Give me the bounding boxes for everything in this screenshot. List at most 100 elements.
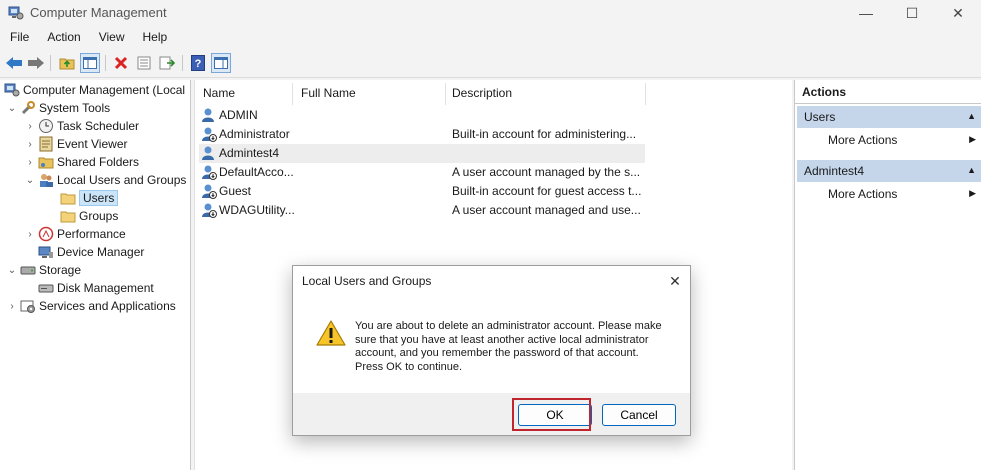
dialog-message: You are about to delete an administrator… (355, 320, 662, 373)
column-header-description[interactable]: Description (446, 80, 512, 106)
more-actions-users[interactable]: More Actions ▶ (797, 130, 981, 150)
more-actions-admintest4[interactable]: More Actions ▶ (797, 184, 981, 204)
tree-local-users-groups[interactable]: ⌄ Local Users and Groups (24, 171, 186, 189)
chevron-right-icon[interactable]: › (24, 229, 36, 240)
show-hide-tree-icon[interactable] (80, 53, 100, 73)
tree-event-viewer[interactable]: › Event Viewer (24, 135, 127, 153)
user-icon (201, 107, 217, 123)
user-name: DefaultAcco... (219, 165, 294, 179)
chevron-right-icon[interactable]: › (6, 301, 18, 312)
tree-label: Performance (57, 227, 126, 241)
user-disabled-icon (201, 183, 217, 199)
tree-label: Users (79, 190, 119, 206)
close-window-button[interactable]: ✕ (935, 0, 981, 26)
user-description: A user account managed by the s... (452, 165, 641, 179)
submenu-arrow-icon: ▶ (969, 134, 976, 144)
tree-label: Groups (79, 209, 119, 223)
submenu-arrow-icon: ▶ (969, 188, 976, 198)
up-folder-icon[interactable] (57, 53, 77, 73)
list-item[interactable]: WDAGUtility... A user account managed an… (199, 201, 645, 220)
actions-pane: Actions Users ▲ More Actions ▶ Admintest… (794, 80, 981, 470)
minimize-button[interactable]: — (843, 0, 889, 26)
toolbar: ? (0, 50, 981, 78)
tree-shared-folders[interactable]: › Shared Folders (24, 153, 139, 171)
tree-label: Task Scheduler (57, 119, 140, 133)
users-group-icon (38, 172, 54, 188)
user-name: Administrator (219, 127, 290, 141)
column-header-name[interactable]: Name (197, 80, 235, 106)
folder-icon (60, 208, 76, 224)
section-label: Admintest4 (804, 164, 865, 178)
export-list-icon[interactable] (157, 53, 177, 73)
forward-icon[interactable] (26, 53, 46, 73)
disk-icon (38, 280, 54, 296)
user-disabled-icon (201, 202, 217, 218)
delete-icon[interactable] (111, 53, 131, 73)
menu-view[interactable]: View (89, 28, 133, 48)
tree-label: Disk Management (57, 281, 154, 295)
actions-section-admintest4[interactable]: Admintest4 ▲ (797, 160, 981, 182)
list-item[interactable]: DefaultAcco... A user account managed by… (199, 163, 645, 182)
list-item[interactable]: Admintest4 (199, 144, 645, 163)
menu-help[interactable]: Help (133, 28, 176, 48)
chevron-right-icon[interactable]: › (24, 139, 36, 150)
list-item[interactable]: ADMIN (199, 106, 645, 125)
collapse-icon[interactable]: ▲ (967, 165, 976, 175)
tree-disk-management[interactable]: Disk Management (36, 279, 154, 297)
user-name: Admintest4 (219, 146, 280, 160)
tree-label: Local Users and Groups (57, 173, 187, 187)
tree-label: Storage (39, 263, 82, 277)
computer-management-icon (4, 82, 20, 98)
menu-action[interactable]: Action (37, 28, 88, 48)
tree-label: Event Viewer (57, 137, 128, 151)
tree-storage[interactable]: ⌄ Storage (6, 261, 81, 279)
back-icon[interactable] (4, 53, 24, 73)
chevron-down-icon[interactable]: ⌄ (24, 175, 36, 186)
tree-task-scheduler[interactable]: › Task Scheduler (24, 117, 139, 135)
computer-management-icon (8, 5, 24, 21)
user-description: Built-in account for administering... (452, 127, 637, 141)
user-disabled-icon (201, 164, 217, 180)
event-log-icon (38, 136, 54, 152)
tree-device-manager[interactable]: Device Manager (36, 243, 144, 261)
maximize-button[interactable]: ☐ (889, 0, 935, 26)
tree-label: Computer Management (Local (23, 83, 186, 97)
help-icon[interactable]: ? (188, 53, 208, 73)
chevron-right-icon[interactable]: › (24, 121, 36, 132)
user-description: A user account managed and use... (452, 203, 641, 217)
list-item[interactable]: Guest Built-in account for guest access … (199, 182, 645, 201)
user-icon (201, 145, 217, 161)
menu-file[interactable]: File (0, 28, 37, 48)
dialog-close-button[interactable]: ✕ (661, 268, 689, 294)
performance-icon (38, 226, 54, 242)
tree-label: System Tools (39, 101, 111, 115)
user-name: WDAGUtility... (219, 203, 295, 217)
chevron-right-icon[interactable]: › (24, 157, 36, 168)
column-header-full-name[interactable]: Full Name (295, 80, 356, 106)
actions-section-users[interactable]: Users ▲ (797, 106, 981, 128)
tree-services-applications[interactable]: › Services and Applications (6, 297, 176, 315)
tree-label: Device Manager (57, 245, 145, 259)
console-tree: Computer Management (Local ⌄ System Tool… (0, 80, 191, 470)
list-item[interactable]: Administrator Built-in account for admin… (199, 125, 645, 144)
properties-icon[interactable] (134, 53, 154, 73)
dialog-title: Local Users and Groups (302, 274, 432, 288)
clock-icon (38, 118, 54, 134)
show-hide-action-pane-icon[interactable] (211, 53, 231, 73)
user-disabled-icon (201, 126, 217, 142)
tree-computer-management[interactable]: Computer Management (Local (2, 81, 185, 99)
delete-admin-dialog: Local Users and Groups ✕ You are about t… (292, 265, 691, 436)
tree-label: Shared Folders (57, 155, 140, 169)
action-label: More Actions (828, 187, 898, 201)
chevron-down-icon[interactable]: ⌄ (6, 103, 18, 114)
collapse-icon[interactable]: ▲ (967, 111, 976, 121)
chevron-down-icon[interactable]: ⌄ (6, 265, 18, 276)
tree-users[interactable]: Users (58, 189, 119, 207)
services-icon (20, 298, 36, 314)
tree-system-tools[interactable]: ⌄ System Tools (6, 99, 110, 117)
cancel-button[interactable]: Cancel (602, 404, 676, 426)
tree-label: Services and Applications (39, 299, 176, 313)
tree-performance[interactable]: › Performance (24, 225, 126, 243)
tree-groups[interactable]: Groups (58, 207, 118, 225)
tools-icon (20, 100, 36, 116)
